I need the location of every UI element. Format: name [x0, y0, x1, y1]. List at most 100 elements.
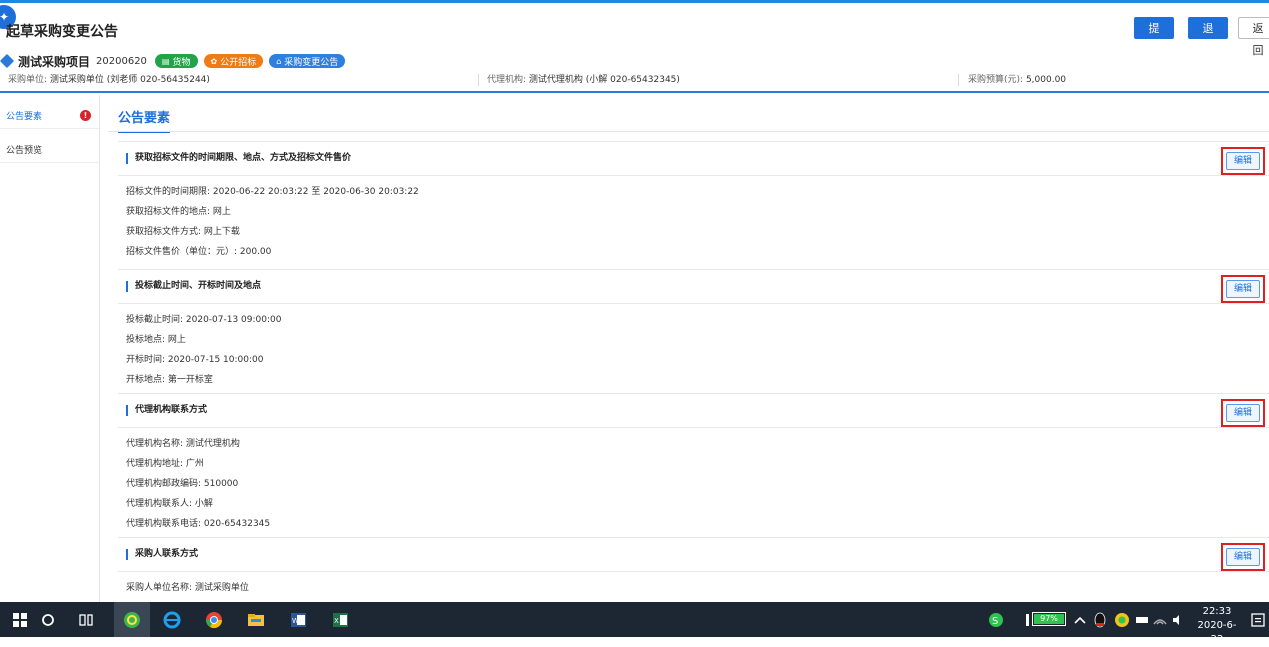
page-header: ✦ 起草采购变更公告 提交 退回 返回 测试采购项目 20200620 ▤ 货物 … [0, 3, 1269, 93]
browser-360-icon[interactable] [122, 610, 142, 630]
field-row: 招标文件的时间期限: 2020-06-22 20:03:22 至 2020-06… [126, 187, 419, 197]
sidebar: 公告要素 ! 公告预览 [0, 95, 100, 602]
word-icon[interactable]: W [288, 610, 308, 630]
field-row: 开标时间: 2020-07-15 10:00:00 [126, 355, 264, 365]
section-header: 获取招标文件的时间期限、地点、方式及招标文件售价 编辑 [118, 142, 1269, 176]
edit-highlight: 编辑 [1221, 147, 1265, 175]
chevron-up-icon[interactable] [1070, 610, 1090, 630]
search-icon[interactable] [38, 610, 58, 630]
windows-taskbar: W X S 97% 22:33 2020-6-22 [0, 602, 1269, 645]
agency-value: 测试代理机构 (小解 020-65432345) [528, 75, 680, 85]
notification-icon[interactable] [1248, 610, 1268, 630]
back-button[interactable]: 返回 [1238, 17, 1269, 57]
svg-text:X: X [334, 617, 339, 625]
purchaser-label: 采购单位: [8, 75, 48, 85]
section-tender-docs: 获取招标文件的时间期限、地点、方式及招标文件售价 编辑 招标文件的时间期限: 2… [118, 141, 1269, 269]
sidebar-item-notice-preview[interactable]: 公告预览 [0, 129, 99, 163]
edit-button[interactable]: 编辑 [1226, 404, 1260, 422]
section-bid-deadline: 投标截止时间、开标时间及地点 编辑 投标截止时间: 2020-07-13 09:… [118, 269, 1269, 393]
main-content: 公告要素 获取招标文件的时间期限、地点、方式及招标文件售价 编辑 招标文件的时间… [108, 95, 1269, 602]
badge-change-notice: ⌂ 采购变更公告 [269, 54, 346, 68]
agency-label: 代理机构: [487, 75, 527, 85]
sidebar-item-label: 公告预览 [6, 146, 43, 156]
svg-text:S: S [992, 616, 998, 627]
clock-date: 2020-6-22 [1197, 620, 1237, 645]
badge-change-notice-label: 采购变更公告 [284, 57, 339, 68]
badge-open-tender-label: 公开招标 [220, 57, 257, 68]
field-row: 开标地点: 第一开标室 [126, 375, 213, 385]
purchaser-info: 采购单位: 测试采购单位 (刘老师 020-56435244) [8, 73, 210, 87]
page-title: 起草采购变更公告 [6, 24, 118, 40]
section-body: 招标文件的时间期限: 2020-06-22 20:03:22 至 2020-06… [118, 176, 1269, 262]
project-name: 测试采购项目 [18, 54, 91, 69]
field-row: 招标文件售价（单位：元）: 200.00 [126, 247, 272, 257]
field-row: 采购人单位名称: 测试采购单位 [126, 583, 249, 593]
project-code: 20200620 [96, 55, 147, 67]
excel-icon[interactable]: X [330, 610, 350, 630]
badge-goods-label: 货物 [172, 57, 191, 68]
sidebar-item-notice-elements[interactable]: 公告要素 ! [0, 95, 99, 129]
field-row: 代理机构邮政编码: 510000 [126, 479, 239, 489]
ie-browser-icon[interactable] [162, 610, 182, 630]
section-purchaser-contact: 采购人联系方式 编辑 采购人单位名称: 测试采购单位 [118, 537, 1269, 602]
return-button[interactable]: 退回 [1188, 17, 1228, 57]
section-title: 投标截止时间、开标时间及地点 [126, 281, 261, 292]
section-header: 投标截止时间、开标时间及地点 编辑 [118, 270, 1269, 304]
section-title: 代理机构联系方式 [126, 405, 207, 416]
input-method-icon[interactable]: S [986, 610, 1006, 630]
field-row: 投标地点: 网上 [126, 335, 186, 345]
project-cube-icon [0, 53, 15, 69]
field-row: 投标截止时间: 2020-07-13 09:00:00 [126, 315, 282, 325]
keyboard-icon[interactable] [1132, 610, 1152, 630]
field-row: 代理机构联系人: 小解 [126, 499, 213, 509]
task-view-icon[interactable] [76, 610, 96, 630]
section-title: 获取招标文件的时间期限、地点、方式及招标文件售价 [126, 153, 351, 164]
tab-notice-elements[interactable]: 公告要素 [118, 107, 171, 133]
goods-icon: ▤ [161, 56, 170, 66]
section-body: 采购人单位名称: 测试采购单位 [118, 572, 1269, 598]
battery-indicator[interactable]: 97% [1032, 612, 1066, 626]
project-summary: 测试采购项目 20200620 ▤ 货物 ✿ 公开招标 ⌂ 采购变更公告 [0, 53, 351, 69]
submit-button[interactable]: 提交 [1134, 17, 1174, 57]
divider [478, 74, 479, 86]
tender-icon: ✿ [210, 56, 218, 66]
field-row: 代理机构联系电话: 020-65432345 [126, 519, 271, 529]
tab-underline [108, 131, 1269, 132]
section-body: 代理机构名称: 测试代理机构 代理机构地址: 广州 代理机构邮政编码: 5100… [118, 428, 1269, 534]
edit-button[interactable]: 编辑 [1226, 280, 1260, 298]
divider [958, 74, 959, 86]
section-agency-contact: 代理机构联系方式 编辑 代理机构名称: 测试代理机构 代理机构地址: 广州 代理… [118, 393, 1269, 537]
section-header: 代理机构联系方式 编辑 [118, 394, 1269, 428]
svg-text:W: W [292, 617, 299, 625]
edit-highlight: 编辑 [1221, 275, 1265, 303]
purchaser-value: 测试采购单位 (刘老师 020-56435244) [49, 75, 210, 85]
clock[interactable]: 22:33 2020-6-22 [1192, 605, 1242, 645]
edit-highlight: 编辑 [1221, 399, 1265, 427]
budget-value: 5,000.00 [1025, 75, 1067, 85]
wifi-icon[interactable] [1150, 610, 1170, 630]
budget-label: 采购预算(元): [968, 75, 1024, 85]
volume-icon[interactable] [1168, 610, 1188, 630]
alert-icon: ! [80, 110, 91, 121]
field-row: 获取招标文件的地点: 网上 [126, 207, 231, 217]
clock-time: 22:33 [1202, 606, 1232, 617]
file-explorer-icon[interactable] [246, 610, 266, 630]
edit-button[interactable]: 编辑 [1226, 152, 1260, 170]
chrome-icon[interactable] [204, 610, 224, 630]
security-app-icon[interactable] [1112, 610, 1132, 630]
sidebar-item-label: 公告要素 [6, 112, 43, 122]
windows-start-icon[interactable] [10, 610, 30, 630]
notice-icon: ⌂ [276, 56, 282, 66]
section-body: 投标截止时间: 2020-07-13 09:00:00 投标地点: 网上 开标时… [118, 304, 1269, 390]
edit-button[interactable]: 编辑 [1226, 548, 1260, 566]
badge-open-tender: ✿ 公开招标 [203, 54, 264, 68]
budget-info: 采购预算(元): 5,000.00 [968, 73, 1066, 87]
badge-goods: ▤ 货物 [154, 54, 198, 68]
field-row: 代理机构名称: 测试代理机构 [126, 439, 240, 449]
agency-info: 代理机构: 测试代理机构 (小解 020-65432345) [487, 73, 680, 87]
qq-icon[interactable] [1090, 610, 1110, 630]
field-row: 获取招标文件方式: 网上下载 [126, 227, 240, 237]
section-title: 采购人联系方式 [126, 549, 198, 560]
battery-level: 97% [1034, 614, 1064, 624]
edit-highlight: 编辑 [1221, 543, 1265, 571]
